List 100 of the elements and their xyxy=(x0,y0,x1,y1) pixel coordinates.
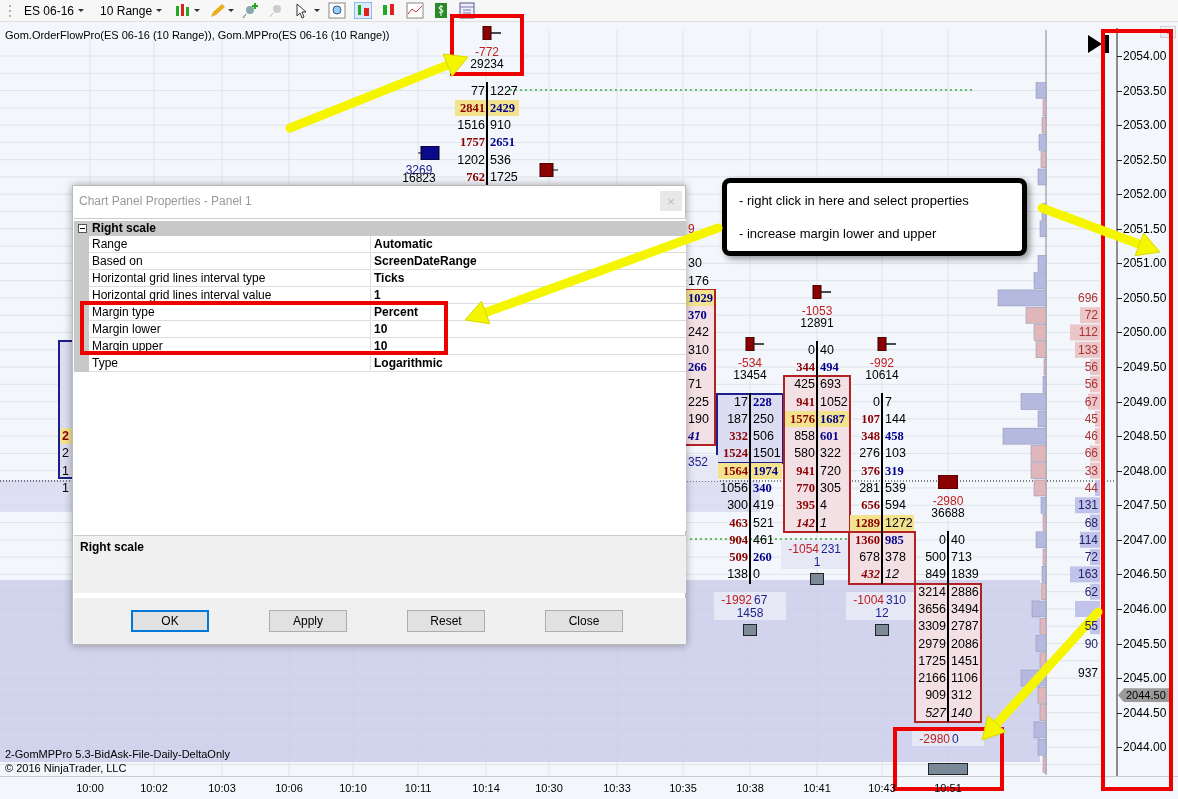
caret-icon xyxy=(228,9,235,12)
property-name: Horizontal grid lines interval type xyxy=(89,270,371,287)
bid-value: 2 xyxy=(62,430,70,444)
price-label: 2048.50 xyxy=(1123,430,1168,444)
category-label: Right scale xyxy=(92,222,157,235)
price-label: 2044.00 xyxy=(1123,741,1168,755)
bid-value: 1516 xyxy=(456,119,485,133)
ask-value: 693 xyxy=(820,378,842,392)
property-name: Range xyxy=(89,236,371,253)
ask-value: 352 xyxy=(688,456,710,469)
bid-value: 1576 xyxy=(789,412,815,426)
volume-value: 1 xyxy=(812,555,822,569)
bid-value: 107 xyxy=(860,412,880,426)
property-value[interactable]: Automatic xyxy=(372,236,686,253)
property-value[interactable]: Logarithmic xyxy=(372,355,686,372)
profile-value: 56 xyxy=(1083,378,1098,392)
dialog-button[interactable]: Close xyxy=(545,610,623,632)
ask-value: 2886 xyxy=(951,585,980,599)
price-label: 2047.50 xyxy=(1123,499,1168,513)
price-label: 2053.50 xyxy=(1123,84,1168,98)
ask-value: 40 xyxy=(951,533,966,547)
candle-marker xyxy=(810,572,824,585)
delta-value: -1054 xyxy=(787,542,819,556)
bid-value: 858 xyxy=(793,430,815,444)
profile-value: 68 xyxy=(1083,516,1098,530)
profile-value: 131 xyxy=(1076,499,1098,513)
volume-value: 12891 xyxy=(799,316,835,330)
delta-value: -992 xyxy=(869,356,895,370)
time-label: 10:38 xyxy=(736,783,764,795)
bid-value: 0 xyxy=(807,343,815,357)
bid-value: 770 xyxy=(795,482,815,495)
ask-value: 40 xyxy=(820,343,835,357)
ask-value: 494 xyxy=(820,361,840,375)
ask-value: 1106 xyxy=(951,672,979,686)
ask-value: 720 xyxy=(820,464,842,478)
property-value[interactable]: Ticks xyxy=(372,270,686,287)
volume-value: 29234 xyxy=(469,57,505,71)
property-name: Margin type xyxy=(89,304,371,321)
ask-value: 260 xyxy=(753,551,773,565)
candle-marker xyxy=(928,762,968,775)
bid-value: 17 xyxy=(733,395,748,409)
delta-value: -1053 xyxy=(800,304,834,318)
price-label: 2051.50 xyxy=(1123,222,1168,236)
time-label: 10:35 xyxy=(669,783,697,795)
instrument-dropdown[interactable]: ES 06-16 xyxy=(20,1,89,20)
property-value[interactable]: 10 xyxy=(372,338,686,355)
bid-value: 580 xyxy=(793,447,815,461)
line-chart-icon[interactable] xyxy=(406,2,425,19)
dialog-button[interactable]: Apply xyxy=(269,610,347,632)
property-value[interactable]: ScreenDateRange xyxy=(372,253,686,270)
ask-value: 713 xyxy=(951,551,973,565)
bid-value: 0 xyxy=(872,395,880,409)
ask-value: 71 xyxy=(688,378,703,392)
time-label: 10:10 xyxy=(339,783,367,795)
profile-value: 72 xyxy=(1083,551,1098,565)
ask-value: 2429 xyxy=(490,101,516,115)
property-value[interactable]: 1 xyxy=(372,287,686,304)
copyright-text: © 2016 NinjaTrader, LLC xyxy=(5,763,127,775)
delta-value: -1004 xyxy=(852,594,884,608)
bar-chart-icon[interactable] xyxy=(354,2,373,19)
ask-value: 103 xyxy=(885,447,907,461)
profile-value: 937 xyxy=(1076,666,1098,680)
ask-value: 2651 xyxy=(490,136,516,150)
price-label: 2049.00 xyxy=(1123,395,1168,409)
skip-to-end-icon[interactable] xyxy=(1088,35,1110,53)
ask-value: 601 xyxy=(820,430,840,444)
profile-value: 163 xyxy=(1076,568,1098,582)
bid-value: 500 xyxy=(924,551,946,565)
bid-value: 2841 xyxy=(459,101,485,115)
delta-value: -1992 xyxy=(720,594,752,608)
bid-value: 281 xyxy=(858,482,880,495)
search-icon[interactable] xyxy=(328,2,347,19)
collapse-icon[interactable] xyxy=(78,224,87,233)
pin-icon[interactable] xyxy=(242,2,261,19)
time-label: 10:30 xyxy=(535,783,563,795)
period-dropdown[interactable]: 10 Range xyxy=(96,1,167,20)
bid-value: 762 xyxy=(465,170,485,184)
ask-value: 340 xyxy=(753,482,773,495)
profile-value: 62 xyxy=(1083,585,1098,599)
bid-value: 138 xyxy=(726,568,748,582)
price-label: 2045.50 xyxy=(1123,637,1168,651)
time-label: 10:02 xyxy=(140,783,168,795)
profile-value: 114 xyxy=(1077,533,1098,547)
bid-value: 1564 xyxy=(722,464,748,478)
dialog-button[interactable]: Reset xyxy=(407,610,485,632)
ask-value: 67 xyxy=(754,594,769,608)
bid-value: 395 xyxy=(795,499,815,513)
price-label: 2052.50 xyxy=(1123,153,1168,167)
ask-value: 1974 xyxy=(753,464,779,478)
bid-value: 2 xyxy=(62,447,70,461)
bid-value: 376 xyxy=(860,464,880,478)
ask-value: 266 xyxy=(688,361,708,375)
ask-value: 310 xyxy=(886,594,908,608)
delta-value: -2980 xyxy=(931,494,965,508)
bid-value: 1360 xyxy=(854,533,880,547)
bid-value: 2166 xyxy=(917,672,946,686)
volume-value: 12 xyxy=(874,607,890,621)
profile-value: 44 xyxy=(1083,482,1098,495)
candle-marker xyxy=(539,163,559,177)
dialog-button[interactable]: OK xyxy=(131,610,209,632)
